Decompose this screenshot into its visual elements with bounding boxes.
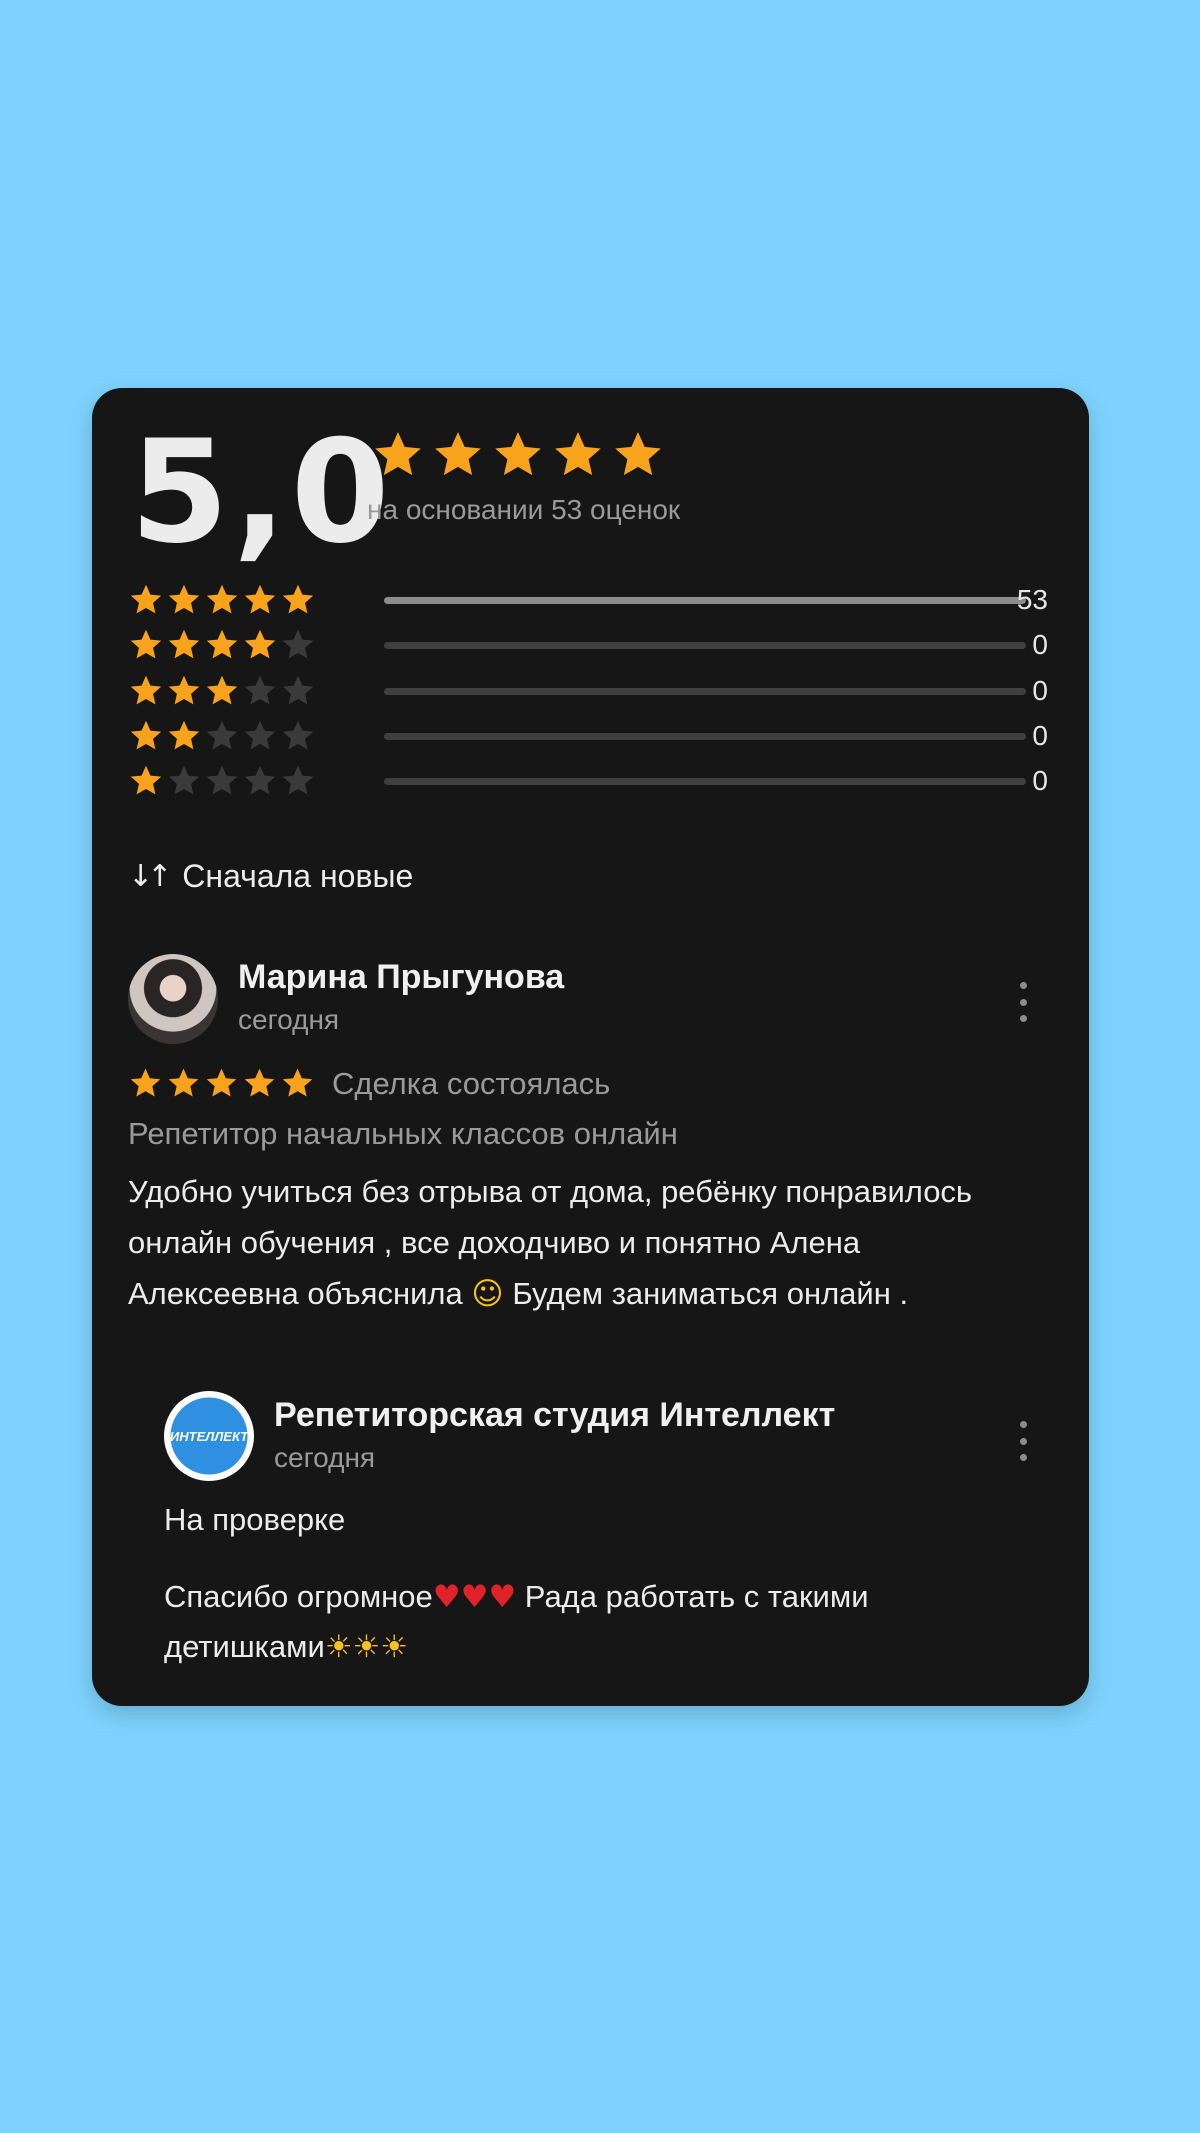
- sort-label: Сначала новые: [182, 858, 414, 894]
- distribution-row-3[interactable]: 0: [128, 673, 1048, 709]
- star-empty-icon: [206, 720, 238, 750]
- distribution-bar: [384, 688, 1026, 695]
- star-filled-icon: [244, 1068, 275, 1097]
- star-filled-icon: [168, 675, 200, 705]
- star-filled-icon: [168, 1068, 199, 1097]
- star-filled-icon: [244, 584, 276, 614]
- star-filled-icon: [168, 720, 200, 750]
- review-service: Репетитор начальных классов онлайн: [128, 1116, 678, 1151]
- star-filled-icon: [168, 584, 200, 614]
- reply-date: сегодня: [274, 1442, 376, 1473]
- reply-text-part1: Спасибо огромное: [164, 1579, 433, 1614]
- review-more-menu-icon[interactable]: [1011, 982, 1035, 1022]
- star-empty-icon: [282, 629, 314, 659]
- sun-emoji-icon: ☀☀☀: [324, 1629, 409, 1665]
- studio-avatar[interactable]: ИНТЕЛЛЕКТ: [164, 1391, 254, 1481]
- star-filled-icon: [206, 1068, 237, 1097]
- distribution-stars: [128, 718, 316, 754]
- star-empty-icon: [168, 765, 200, 795]
- star-filled-icon: [130, 675, 162, 705]
- distribution-bar: [384, 778, 1026, 785]
- reviews-card: 5,0 на основании 53 оценок 53 0 0 0 0 ↓↑ Сна…: [92, 388, 1089, 1706]
- rating-based-on: на основании 53 оценок: [367, 494, 681, 525]
- reply-more-menu-icon[interactable]: [1011, 1421, 1035, 1461]
- distribution-count: 0: [1032, 629, 1048, 660]
- rating-score: 5,0: [130, 410, 394, 575]
- distribution-bar: [384, 597, 1026, 604]
- distribution-count: 0: [1032, 765, 1048, 796]
- distribution-count: 53: [1016, 584, 1048, 615]
- star-filled-icon: [555, 432, 601, 476]
- distribution-stars: [128, 582, 316, 618]
- star-empty-icon: [282, 765, 314, 795]
- star-empty-icon: [206, 765, 238, 795]
- review-author[interactable]: Марина Прыгунова: [238, 958, 564, 997]
- star-empty-icon: [282, 720, 314, 750]
- distribution-stars: [128, 673, 316, 709]
- star-filled-icon: [244, 629, 276, 659]
- review-stars: [128, 1066, 315, 1101]
- distribution-bar-fill: [384, 597, 1026, 604]
- distribution-row-1[interactable]: 0: [128, 763, 1048, 799]
- review-text-part2: Будем заниматься онлайн .: [512, 1276, 909, 1311]
- distribution-count: 0: [1032, 720, 1048, 751]
- star-filled-icon: [282, 1068, 313, 1097]
- star-filled-icon: [168, 629, 200, 659]
- deal-status: Сделка состоялась: [332, 1066, 611, 1101]
- star-empty-icon: [244, 720, 276, 750]
- distribution-stars: [128, 627, 316, 663]
- rating-stars: [371, 428, 665, 482]
- star-empty-icon: [244, 675, 276, 705]
- star-filled-icon: [130, 584, 162, 614]
- star-filled-icon: [130, 720, 162, 750]
- star-empty-icon: [282, 675, 314, 705]
- star-filled-icon: [130, 629, 162, 659]
- star-filled-icon: [615, 432, 661, 476]
- user-avatar[interactable]: [128, 954, 218, 1044]
- star-filled-icon: [206, 629, 238, 659]
- smile-emoji-icon: ☺: [471, 1276, 504, 1312]
- distribution-count: 0: [1032, 675, 1048, 706]
- star-empty-icon: [244, 765, 276, 795]
- studio-logo-text: ИНТЕЛЛЕКТ: [169, 1428, 249, 1444]
- star-filled-icon: [130, 1068, 161, 1097]
- sort-button[interactable]: ↓↑ Сначала новые: [128, 858, 413, 895]
- distribution-row-2[interactable]: 0: [128, 718, 1048, 754]
- review-date: сегодня: [238, 1004, 340, 1035]
- star-filled-icon: [282, 584, 314, 614]
- distribution-row-4[interactable]: 0: [128, 627, 1048, 663]
- distribution-stars: [128, 763, 316, 799]
- distribution-bar: [384, 642, 1026, 649]
- star-filled-icon: [206, 675, 238, 705]
- star-filled-icon: [435, 432, 481, 476]
- review-text: Удобно учиться без отрыва от дома, ребён…: [128, 1166, 1008, 1320]
- sort-arrows-icon: ↓↑: [128, 859, 172, 894]
- star-filled-icon: [495, 432, 541, 476]
- distribution-bar: [384, 733, 1026, 740]
- reply-status: На проверке: [164, 1502, 346, 1537]
- reply-author[interactable]: Репетиторская студия Интеллект: [274, 1396, 835, 1435]
- heart-emoji-icon: ♥♥♥: [432, 1579, 517, 1615]
- star-filled-icon: [206, 584, 238, 614]
- star-filled-icon: [375, 432, 421, 476]
- distribution-row-5[interactable]: 53: [128, 582, 1048, 618]
- star-filled-icon: [130, 765, 162, 795]
- reply-text: Спасибо огромное♥♥♥ Рада работать с таки…: [164, 1572, 1034, 1672]
